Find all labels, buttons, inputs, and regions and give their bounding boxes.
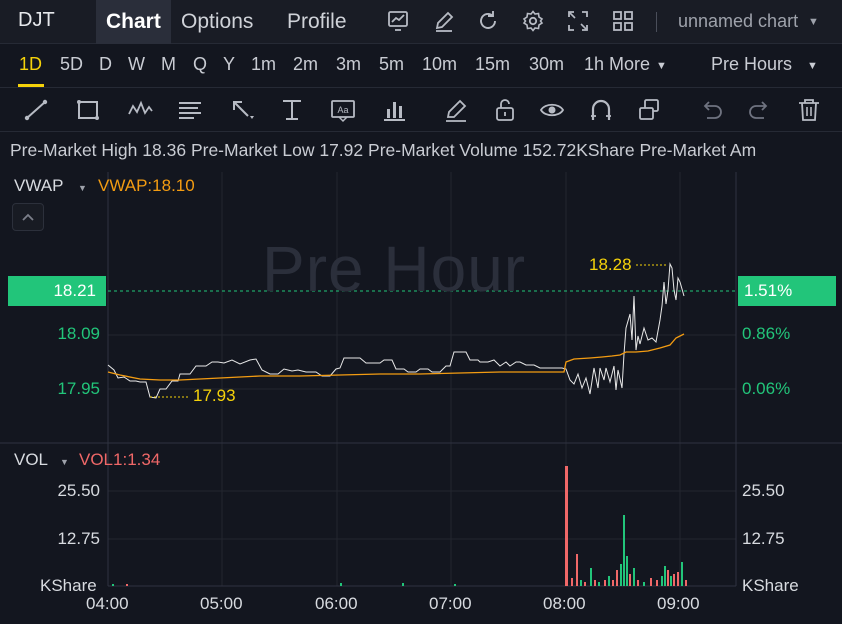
x-axis-label: 06:00 [315,594,358,613]
volume-bar [454,584,456,586]
y-axis-label: 18.09 [57,324,100,343]
volume-bars [112,466,687,586]
volume-bar [608,576,610,586]
volume-bar [112,584,114,586]
volume-bar [629,574,631,586]
chevron-up-icon [22,213,34,221]
volume-bar [616,570,618,586]
volume-bar [594,580,596,586]
y-axis-percent-label: 0.06% [742,379,791,398]
volume-bar [576,554,578,586]
x-axis-label: 05:00 [200,594,243,613]
x-axis-label: 07:00 [429,594,472,613]
volume-y-label-right: 12.75 [742,529,785,548]
volume-bar [667,570,669,586]
chart-canvas[interactable] [0,0,842,624]
volume-y-label-right: 25.50 [742,481,785,500]
volume-bar [656,580,658,586]
volume-bar [126,584,128,586]
x-axis-label: 09:00 [657,594,700,613]
volume-bar [650,578,652,586]
vwap-line [107,333,685,381]
volume-y-label: 12.75 [57,529,100,548]
vwap-indicator-label[interactable]: VWAP [14,176,63,196]
session-watermark: Pre Hour [262,233,527,305]
volume-bar [565,466,568,586]
volume-bar [623,515,625,586]
volume-bar [571,578,573,586]
volume-y-label: 25.50 [57,481,100,500]
volume-unit-label: KShare [40,576,97,595]
volume-bar [612,580,614,586]
current-price-tag: 18.21 [8,276,106,306]
volume-bar [620,564,622,586]
volume-bar [664,566,666,586]
x-axis-label: 08:00 [543,594,586,613]
high-marker-label: 18.28 [589,255,632,274]
chevron-down-icon[interactable]: ▼ [78,183,87,193]
y-axis-percent-label: 0.86% [742,324,791,343]
vwap-value: VWAP:18.10 [98,176,195,195]
volume-bar [340,583,342,586]
volume-unit-label-right: KShare [742,576,799,595]
volume-bar [661,576,663,586]
volume-bar [626,556,628,586]
vol-indicator-label[interactable]: VOL [14,450,48,470]
volume-bar [681,562,683,586]
volume-bar [580,580,582,586]
volume-bar [643,582,645,586]
volume-bar [598,582,600,586]
current-percent-tag: 1.51% [738,276,836,306]
volume-bar [604,580,606,586]
volume-bar [670,576,672,586]
chevron-down-icon[interactable]: ▼ [60,457,69,467]
volume-bar [633,568,635,586]
volume-bar [590,568,592,586]
volume-bar [637,580,639,586]
volume-bar [673,574,675,586]
collapse-button[interactable] [12,203,44,231]
vol-value: VOL1:1.34 [79,450,161,469]
volume-bar [685,580,687,586]
x-axis-label: 04:00 [86,594,129,613]
volume-bar [584,582,586,586]
volume-bar [677,572,679,586]
volume-bar [402,583,404,586]
low-marker-label: 17.93 [193,386,236,405]
y-axis-label: 17.95 [57,379,100,398]
